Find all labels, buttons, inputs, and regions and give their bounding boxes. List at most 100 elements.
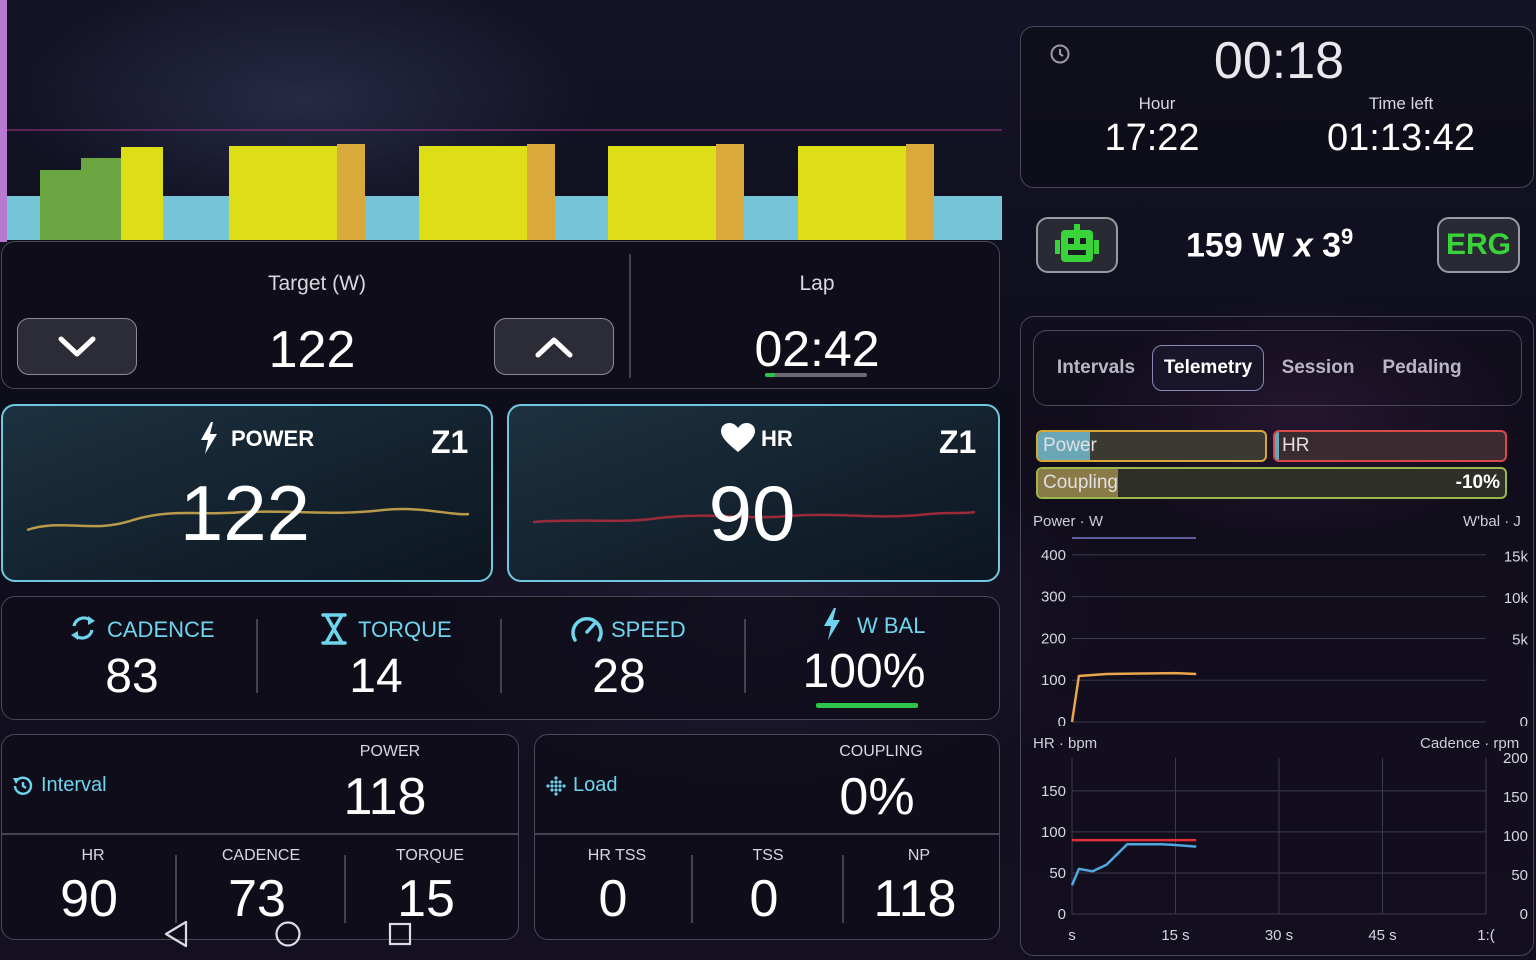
mode-repeat-exponent: 9: [1341, 224, 1354, 249]
load-sub-label-hrtss: HR TSS: [587, 847, 647, 864]
mode-repeat-base: 3: [1322, 226, 1342, 265]
hr-zone-badge: Z1: [939, 424, 977, 460]
interval-sub-value-torque: 15: [397, 870, 455, 928]
lap-progress-track: [765, 373, 867, 377]
coupling-value: -10%: [1455, 472, 1500, 493]
power-zone-bar: Power: [1036, 430, 1267, 462]
cadence-label: CADENCE: [107, 617, 215, 642]
tab-session[interactable]: Session: [1278, 345, 1358, 391]
chart-y-right-tick-label: 0: [1520, 906, 1528, 923]
load-sub-value-tss: 0: [749, 870, 779, 928]
chart-y-right-tick-label: 200: [1503, 750, 1528, 767]
workout-profile-chart[interactable]: [0, 0, 1002, 242]
interval-sub-value-hr: 90: [60, 870, 118, 928]
chart-y-tick-label: 0: [1058, 714, 1066, 726]
hourglass-icon: [321, 613, 347, 645]
hr-tile[interactable]: HR Z1 90: [507, 404, 1000, 582]
wbal-label: W BAL: [857, 613, 926, 638]
chevron-down-icon: [58, 336, 96, 356]
interval-divider: [2, 833, 518, 835]
bolt-icon: [824, 608, 840, 640]
lap-label: Lap: [799, 272, 835, 295]
cadence-value: 83: [105, 650, 159, 703]
chart-x-tick-label: 45 s: [1368, 927, 1396, 944]
power-bar-label: Power: [1043, 435, 1097, 456]
time-left-label: Time left: [1368, 94, 1434, 113]
torque-value: 14: [349, 650, 403, 703]
metrics-divider-2: [500, 619, 502, 693]
clock-icon: [1050, 44, 1070, 64]
load-main-value: 0%: [839, 768, 915, 826]
tab-pedaling[interactable]: Pedaling: [1378, 345, 1466, 391]
lap-value: 02:42: [754, 321, 880, 377]
erg-mode-button[interactable]: ERG: [1437, 217, 1520, 273]
metrics-divider-3: [744, 619, 746, 693]
interval-title: Interval: [41, 774, 107, 796]
workout-block-1: [229, 146, 339, 240]
refresh-icon: [71, 616, 95, 640]
chart-x-tick-label: 1:(: [1477, 927, 1495, 944]
workout-block-3: [608, 146, 718, 240]
speedometer-icon: [571, 617, 603, 642]
chart-y-tick-label: 200: [1041, 630, 1066, 647]
interval-panel: Interval POWER 118 HR 90 CADENCE 73 TORQ…: [1, 734, 519, 940]
metrics-divider-1: [256, 619, 258, 693]
power-zone-badge: Z1: [431, 424, 469, 460]
chart1-right-title: W'bal · J: [1463, 513, 1521, 530]
chart-x-tick-label: s: [1068, 927, 1076, 944]
chart-y-tick-label: 400: [1041, 547, 1066, 564]
speed-label: SPEED: [611, 617, 686, 642]
interval-sub-divider-2: [344, 855, 346, 923]
wbal-bar: [816, 703, 918, 708]
auto-mode-button[interactable]: [1036, 217, 1118, 273]
chart-y-right-tick-label: 100: [1503, 828, 1528, 845]
workout-block-warmup-3: [121, 147, 163, 240]
chart-y-tick-label: 150: [1041, 783, 1066, 800]
load-sub-divider-1: [691, 855, 693, 923]
mode-multiplier-symbol: x: [1293, 226, 1313, 265]
speed-value: 28: [592, 650, 646, 703]
nav-home-icon[interactable]: [274, 920, 302, 948]
power-tile-label: POWER: [231, 426, 315, 451]
coupling-label: Coupling: [1043, 472, 1118, 493]
hr-value: 90: [708, 469, 796, 557]
hr-zone-bar: HR: [1273, 430, 1507, 462]
torque-label: TORQUE: [358, 617, 452, 642]
load-title: Load: [573, 774, 618, 796]
power-tile[interactable]: POWER Z1 122: [1, 404, 493, 582]
bolt-icon: [201, 422, 217, 454]
mode-target-value: 159 W: [1186, 226, 1285, 265]
hr-cadence-chart[interactable]: 150100500200150100500s 15 s 30 s 45 s 1:(: [1030, 748, 1530, 944]
chart-y-right-tick-label: 0: [1520, 714, 1528, 726]
hour-label: Hour: [1138, 94, 1176, 113]
power-wbal-chart[interactable]: 400 300 200 100 0 15k 10k 5k 0: [1030, 530, 1530, 726]
chart-x-tick-label: 15 s: [1161, 927, 1189, 944]
tab-intervals[interactable]: Intervals: [1050, 345, 1142, 391]
target-decrease-button[interactable]: [17, 318, 137, 375]
interval-main-label: POWER: [359, 743, 421, 760]
chart-y-tick-label: 50: [1049, 865, 1066, 882]
target-increase-button[interactable]: [494, 318, 614, 375]
time-left-value: 01:13:42: [1327, 117, 1475, 159]
hr-bar-label: HR: [1282, 435, 1310, 456]
workout-block-4: [798, 146, 908, 240]
chevron-up-icon: [535, 337, 573, 357]
chart-y-tick-label: 0: [1058, 906, 1066, 923]
chart-y-right-tick-label: 150: [1503, 789, 1528, 806]
workout-block-1-peak: [337, 144, 365, 240]
load-sub-value-np: 118: [873, 870, 957, 928]
chart-y-tick-label: 100: [1041, 824, 1066, 841]
load-panel: Load COUPLING 0% HR TSS 0 TSS 0 NP 118: [534, 734, 1000, 940]
interval-sub-label-torque: TORQUE: [395, 847, 465, 864]
nav-back-icon[interactable]: [162, 919, 190, 949]
workout-progress-cursor: [0, 0, 7, 242]
chart1-left-title: Power · W: [1033, 513, 1104, 530]
robot-icon: [1055, 224, 1099, 262]
target-lap-divider: [629, 254, 631, 378]
power-value: 122: [179, 469, 311, 557]
mode-target-readout: 159 W x 39: [1186, 224, 1353, 265]
tab-telemetry[interactable]: Telemetry: [1152, 345, 1264, 391]
nav-recents-icon[interactable]: [388, 922, 412, 946]
hr-zone-bar-fill: [1275, 432, 1279, 460]
chart-y-right-tick-label: 5k: [1512, 631, 1528, 648]
